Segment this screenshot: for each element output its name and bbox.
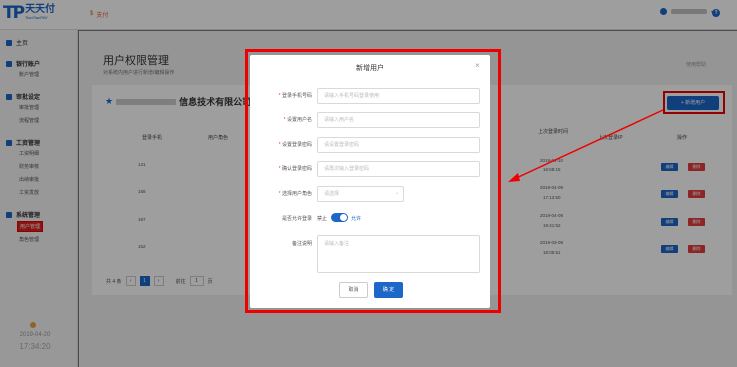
chevron-down-icon: ⌄ xyxy=(395,190,400,196)
phone-input[interactable]: 请输入手机号码登录使用 xyxy=(317,88,480,104)
label-username: * 设置用户名 xyxy=(283,117,312,123)
role-select[interactable]: 请选择 xyxy=(317,186,404,202)
toggle-knob xyxy=(340,214,347,221)
password-input[interactable]: 请设置登录密码 xyxy=(317,137,480,153)
cancel-button[interactable]: 取消 xyxy=(339,282,368,298)
close-icon[interactable]: × xyxy=(475,61,480,70)
remark-textarea[interactable]: 请输入备注 xyxy=(317,235,480,273)
dialog-title: 新增用户 xyxy=(356,65,384,72)
label-allow-login: 是否允许登录 xyxy=(281,216,312,222)
toggle-on-label: 允许 xyxy=(351,216,362,222)
toggle-off-label: 禁止 xyxy=(317,216,328,222)
label-role: * 选择用户角色 xyxy=(278,191,312,197)
label-confirm-password: * 确认登录密码 xyxy=(278,166,312,172)
username-input[interactable]: 请输入用户名 xyxy=(317,112,480,128)
label-password: * 设置登录密码 xyxy=(278,142,312,148)
label-phone: * 登录手机号码 xyxy=(278,93,312,99)
confirm-button[interactable]: 确 定 xyxy=(374,282,403,298)
label-remark: 备注说明 xyxy=(291,241,312,247)
confirm-password-input[interactable]: 请再次输入登录密码 xyxy=(317,161,480,177)
